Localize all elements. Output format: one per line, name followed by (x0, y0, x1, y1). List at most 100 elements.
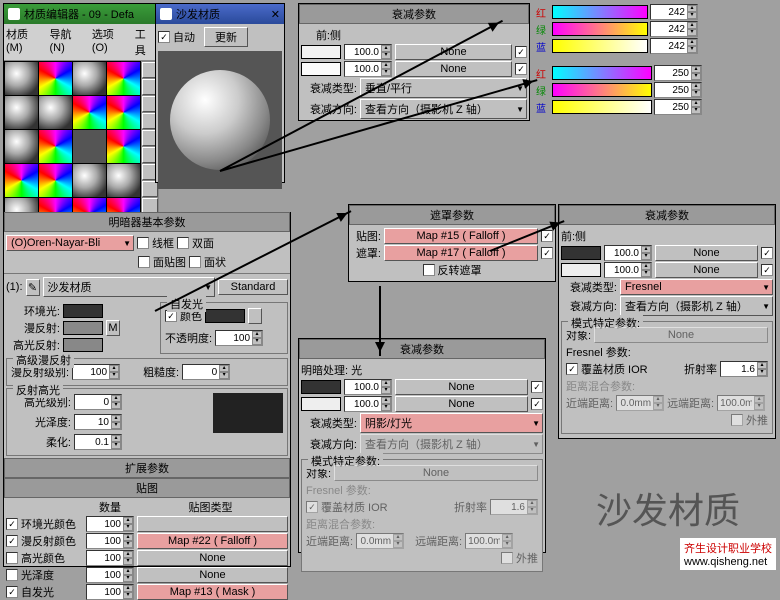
speclvl-spin[interactable]: ▴▾ (74, 394, 122, 410)
fr-map2[interactable]: None (655, 262, 758, 278)
diffuse-swatch[interactable] (63, 321, 103, 335)
map-chk[interactable]: ✓ (6, 518, 18, 530)
mat-slot[interactable] (107, 130, 140, 163)
fr-ior-chk[interactable]: ✓ (566, 363, 578, 375)
ft-chk1[interactable]: ✓ (515, 46, 527, 58)
mat-slot[interactable] (73, 96, 106, 129)
map-chk[interactable]: ✓ (6, 535, 18, 547)
faceted-chk[interactable] (189, 256, 201, 268)
map-slot[interactable] (137, 516, 288, 532)
pick-btn[interactable]: ✎ (26, 279, 40, 296)
mat-slot[interactable] (73, 62, 106, 95)
menu-material[interactable]: 材质(M) (6, 26, 41, 58)
two-sided-chk[interactable] (177, 237, 189, 249)
menu-navigate[interactable]: 导航(N) (49, 26, 83, 58)
mat-slot[interactable] (39, 62, 72, 95)
mat-slot[interactable] (5, 62, 38, 95)
fr-sw1[interactable] (561, 246, 601, 260)
ft-swatch1[interactable] (301, 45, 341, 59)
mat-slot[interactable] (5, 164, 38, 197)
fm-chk2[interactable]: ✓ (531, 398, 543, 410)
selfillum-map-btn[interactable] (248, 308, 262, 324)
map-amt[interactable]: ▴▾ (86, 584, 134, 600)
map-slot[interactable]: None (137, 550, 288, 566)
mat-type-btn[interactable]: Standard (218, 279, 288, 295)
mat-slot[interactable] (73, 130, 106, 163)
fm-spin2[interactable]: ▴▾ (344, 396, 392, 412)
fm-sw2[interactable] (301, 397, 341, 411)
b-spin[interactable]: ▴▾ (650, 38, 698, 54)
shader-section-hdr[interactable]: 明暗器基本参数 (4, 212, 290, 232)
mat-slot[interactable] (5, 96, 38, 129)
fm-map2[interactable]: None (395, 396, 528, 412)
ft-spin2[interactable]: ▴▾ (344, 61, 392, 77)
soften-spin[interactable]: ▴▾ (74, 434, 122, 450)
b-spin[interactable]: ▴▾ (654, 99, 702, 115)
facemap-chk[interactable] (138, 256, 150, 268)
fr-chk2[interactable]: ✓ (761, 264, 773, 276)
map-chk[interactable] (6, 552, 18, 564)
mask-mask-btn[interactable]: Map #17 ( Falloff ) (384, 245, 538, 261)
menu-tools[interactable]: 工具 (135, 26, 155, 58)
ft-swatch2[interactable] (301, 62, 341, 76)
fr-map1[interactable]: None (655, 245, 758, 261)
editor-menubar[interactable]: 材质(M) 导航(N) 选项(O) 工具 (4, 24, 157, 61)
fr-chk1[interactable]: ✓ (761, 247, 773, 259)
ambient-swatch[interactable] (63, 304, 103, 318)
fr-type-dd[interactable]: Fresnel (620, 279, 773, 295)
r-bar[interactable] (552, 66, 652, 80)
mat-slot[interactable] (73, 164, 106, 197)
fm-type-dd[interactable]: 阴影/灯光 (360, 413, 543, 433)
fm-spin1[interactable]: ▴▾ (344, 379, 392, 395)
b-bar[interactable] (552, 39, 648, 53)
invert-chk[interactable] (423, 264, 435, 276)
map-slot[interactable]: Map #22 ( Falloff ) (137, 533, 288, 549)
editor-titlebar[interactable]: 材质编辑器 - 09 - Defa (4, 4, 157, 24)
mat-slot[interactable] (39, 96, 72, 129)
diffuse-map-btn[interactable]: M (106, 320, 120, 336)
map-amt[interactable]: ▴▾ (86, 567, 134, 583)
mat-slot[interactable] (39, 130, 72, 163)
b-bar[interactable] (552, 100, 652, 114)
fr-sw2[interactable] (561, 263, 601, 277)
mat-slot[interactable] (107, 96, 140, 129)
popup-titlebar[interactable]: 沙发材质✕ (156, 4, 284, 24)
map-chk[interactable]: ✓ (6, 586, 18, 598)
opacity-spin[interactable]: ▴▾ (215, 330, 263, 346)
mask-hdr[interactable]: 遮罩参数 (349, 205, 555, 225)
g-bar[interactable] (552, 22, 648, 36)
fr-hdr[interactable]: 衰减参数 (559, 205, 775, 225)
map-amt[interactable]: ▴▾ (86, 550, 134, 566)
maps-section-hdr[interactable]: 贴图 (4, 478, 290, 498)
mat-slot[interactable] (107, 62, 140, 95)
mask-mask-chk[interactable]: ✓ (541, 247, 553, 259)
ft-dir-dd[interactable]: 查看方向（摄影机 Z 轴） (360, 99, 527, 119)
fr-spin2[interactable]: ▴▾ (604, 262, 652, 278)
fm-chk1[interactable]: ✓ (531, 381, 543, 393)
update-btn[interactable]: 更新 (204, 27, 248, 47)
fm-map1[interactable]: None (395, 379, 528, 395)
tool-btn[interactable] (142, 181, 158, 197)
material-slots[interactable] (4, 61, 141, 232)
specular-swatch[interactable] (63, 338, 103, 352)
menu-options[interactable]: 选项(O) (92, 26, 127, 58)
fm-sw1[interactable] (301, 380, 341, 394)
map-chk[interactable] (6, 569, 18, 581)
rough-spin[interactable]: ▴▾ (182, 364, 230, 380)
g-spin[interactable]: ▴▾ (650, 21, 698, 37)
ft-spin1[interactable]: ▴▾ (344, 44, 392, 60)
g-spin[interactable]: ▴▾ (654, 82, 702, 98)
g-bar[interactable] (552, 83, 652, 97)
auto-chk[interactable]: ✓ (158, 31, 170, 43)
fm-hdr[interactable]: 衰减参数 (299, 339, 545, 359)
selfillum-swatch[interactable] (205, 309, 245, 323)
map-slot[interactable]: Map #13 ( Mask ) (137, 584, 288, 600)
mat-slot[interactable] (5, 130, 38, 163)
map-slot[interactable]: None (137, 567, 288, 583)
close-icon[interactable]: ✕ (271, 8, 280, 21)
shader-dropdown[interactable]: (O)Oren-Nayar-Bli (6, 235, 134, 251)
mat-slot[interactable] (107, 164, 140, 197)
fr-spin1[interactable]: ▴▾ (604, 245, 652, 261)
map-amt[interactable]: ▴▾ (86, 516, 134, 532)
ft-chk2[interactable]: ✓ (515, 63, 527, 75)
